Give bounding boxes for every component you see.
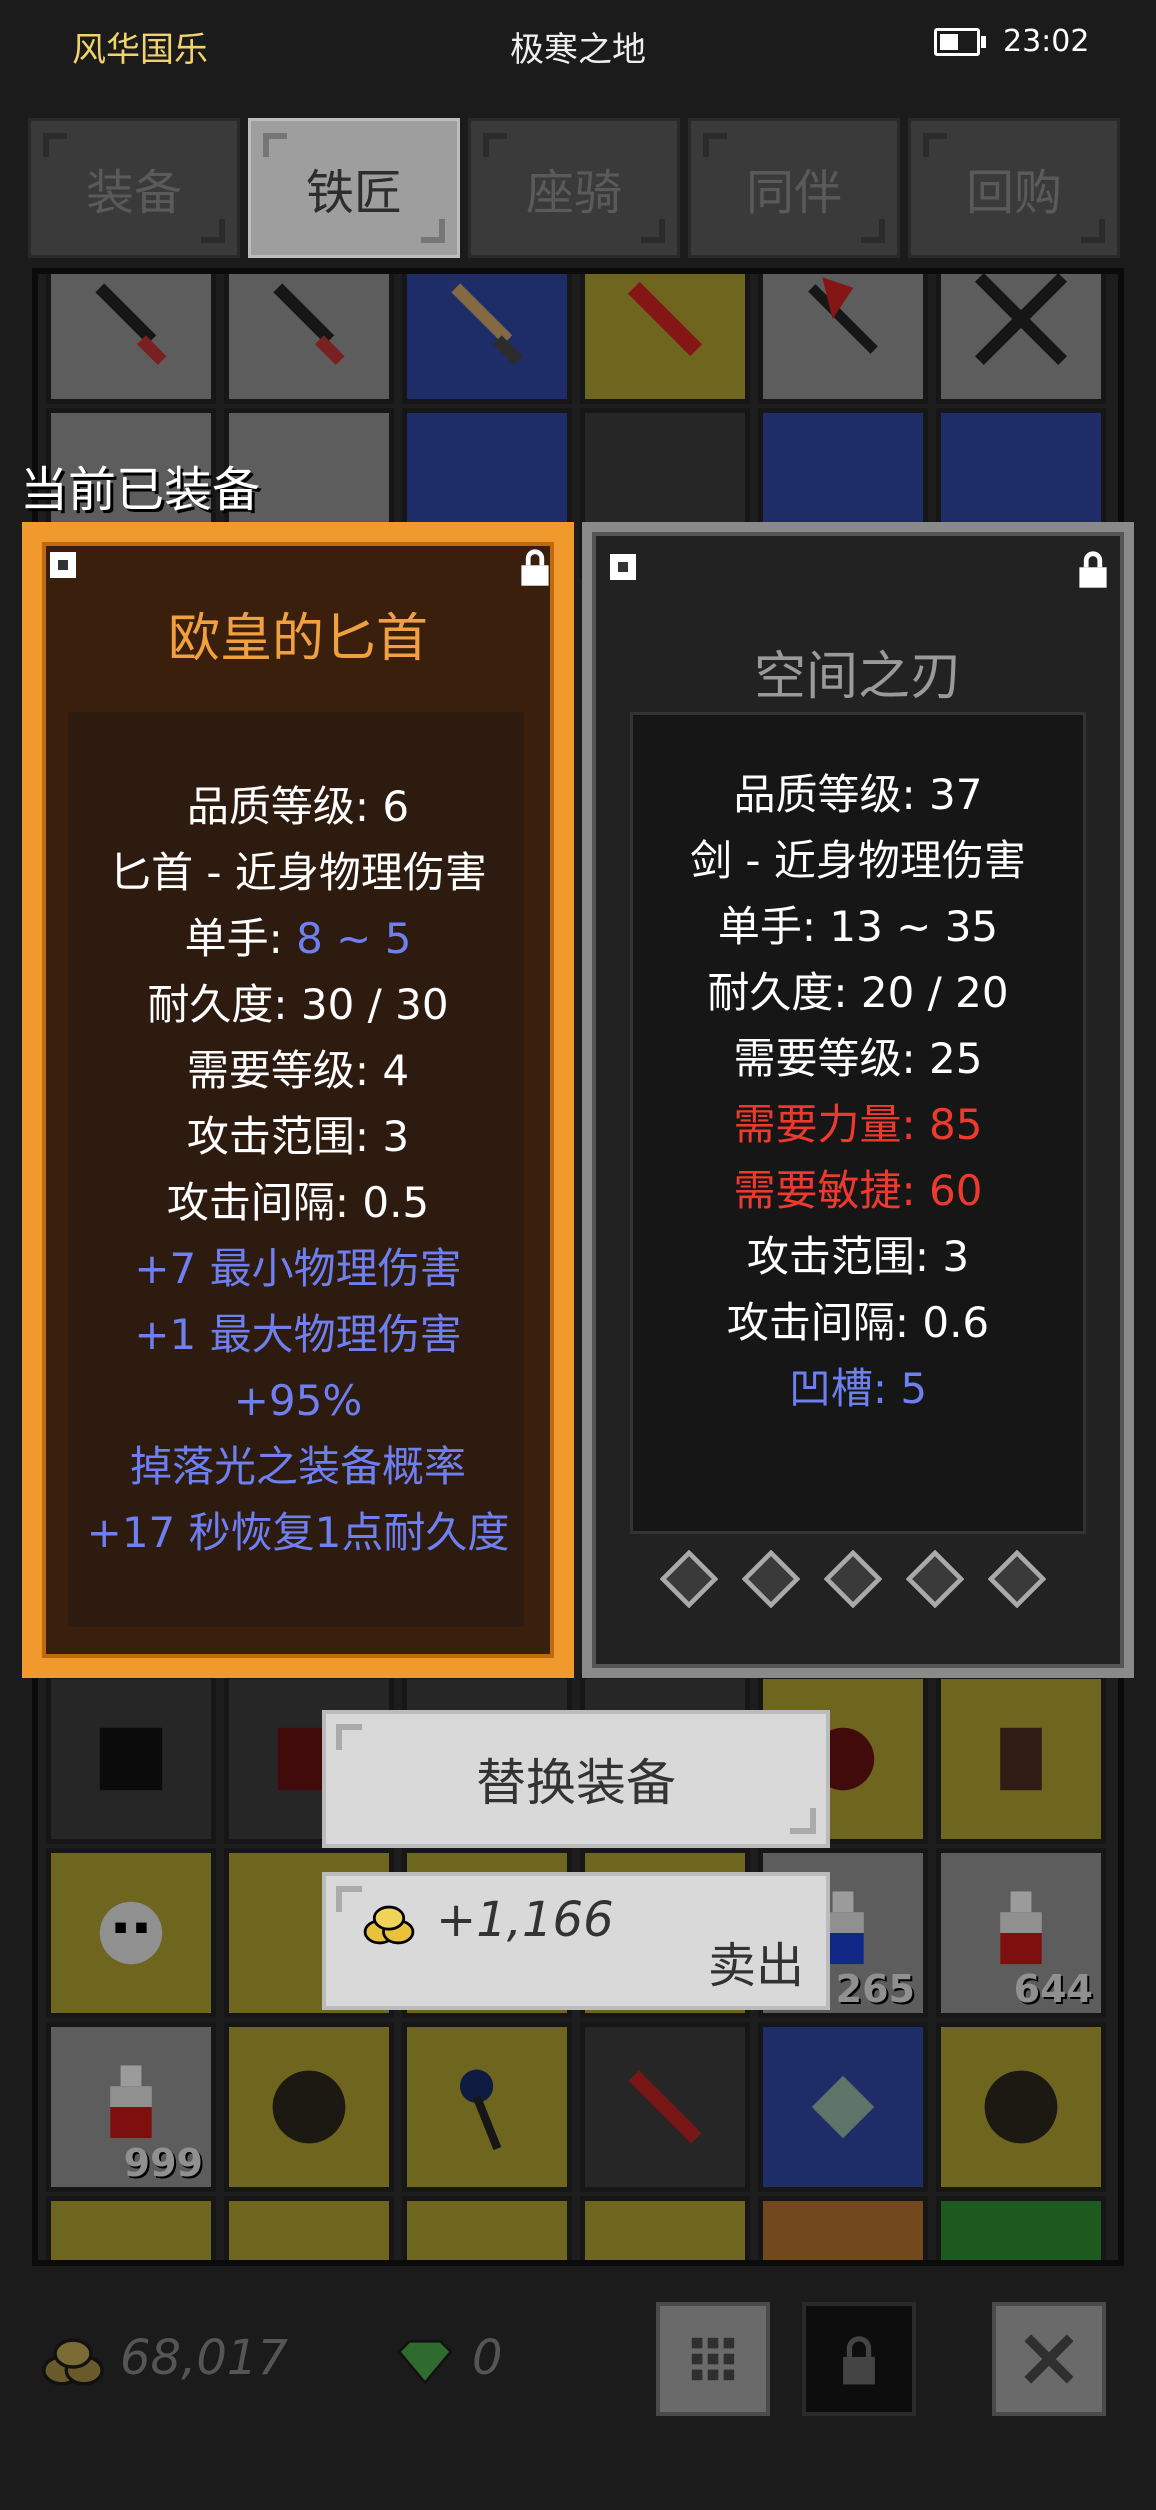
stat-one-hand: 单手: 13 ~ 35 xyxy=(717,902,999,951)
socket-icon xyxy=(660,1550,718,1608)
stat-type: 匕首 - 近身物理伤害 xyxy=(109,848,487,897)
tab-mounts[interactable]: 座骑 xyxy=(468,118,680,258)
stat-quality: 品质等级: 37 xyxy=(733,770,983,819)
stat-bonus: +1 最大物理伤害 xyxy=(134,1310,462,1359)
item-name: 欧皇的匕首 xyxy=(167,609,428,669)
button-corner xyxy=(336,1724,362,1750)
grid-view-button[interactable] xyxy=(656,2302,770,2416)
stat-durability: 耐久度: 30 / 30 xyxy=(147,980,449,1029)
lock-icon[interactable] xyxy=(1076,550,1110,588)
tab-blacksmith[interactable]: 铁匠 xyxy=(248,118,460,258)
stat-required-agility: 需要敏捷: 60 xyxy=(733,1166,983,1215)
button-corner xyxy=(336,1886,362,1912)
item-name: 空间之刃 xyxy=(753,647,962,707)
stat-label: 单手: xyxy=(184,914,297,963)
socket-icon xyxy=(824,1550,882,1608)
equipped-label: 当前已装备 xyxy=(20,462,261,518)
grid-icon xyxy=(691,2337,735,2381)
button-corner xyxy=(790,1808,816,1834)
tab-buyback[interactable]: 回购 xyxy=(908,118,1120,258)
clock-time: 23:02 xyxy=(1003,24,1090,59)
close-button[interactable] xyxy=(992,2302,1106,2416)
gold-coins-icon xyxy=(363,1905,415,1945)
sell-amount: +1,166 xyxy=(436,1892,614,1948)
stat-attack-interval: 攻击间隔: 0.6 xyxy=(726,1298,990,1347)
stat-required-level: 需要等级: 4 xyxy=(186,1046,410,1095)
tab-equipment[interactable]: 装备 xyxy=(28,118,240,258)
socket-icon xyxy=(988,1550,1046,1608)
tab-companions[interactable]: 同伴 xyxy=(688,118,900,258)
gold-coins-icon xyxy=(42,2338,104,2386)
stat-required-level: 需要等级: 25 xyxy=(733,1034,983,1083)
stat-required-strength: 需要力量: 85 xyxy=(733,1100,983,1149)
stat-attack-interval: 攻击间隔: 0.5 xyxy=(166,1178,430,1227)
battery-icon xyxy=(934,28,986,56)
socket-icon xyxy=(742,1550,800,1608)
stat-bonus: +7 最小物理伤害 xyxy=(134,1244,462,1293)
stat-bonus: 掉落光之装备概率 xyxy=(129,1442,466,1491)
button-label: 替换装备 xyxy=(476,1754,676,1812)
stat-attack-range: 攻击范围: 3 xyxy=(186,1112,410,1161)
tab-label: 装备 xyxy=(85,165,182,221)
stat-value: 8 ~ 5 xyxy=(296,914,412,963)
stat-bonus: +17 秒恢复1点耐久度 xyxy=(86,1508,510,1557)
status-bar: 风华国乐 极寒之地 23:02 xyxy=(0,0,1156,100)
sell-label: 卖出 xyxy=(707,1938,804,1994)
corner-marker-icon xyxy=(610,554,636,580)
close-icon xyxy=(1024,2334,1074,2384)
tab-label: 座骑 xyxy=(525,165,622,221)
replace-equipment-button[interactable]: 替换装备 xyxy=(322,1710,830,1848)
tab-label: 同伴 xyxy=(745,165,842,221)
tab-label: 铁匠 xyxy=(305,165,402,221)
stat-type: 剑 - 近身物理伤害 xyxy=(690,836,1026,885)
stat-sockets: 凹槽: 5 xyxy=(788,1364,928,1413)
gold-amount: 68,017 xyxy=(120,2330,288,2386)
lock-icon[interactable] xyxy=(518,548,552,586)
stat-quality: 品质等级: 6 xyxy=(186,782,410,831)
socket-icon xyxy=(906,1550,964,1608)
tab-label: 回购 xyxy=(965,165,1062,221)
gem-amount: 0 xyxy=(472,2330,503,2386)
lock-toggle-button[interactable] xyxy=(802,2302,916,2416)
equipped-item-card: 欧皇的匕首 品质等级: 6 匕首 - 近身物理伤害 单手: 8 ~ 5 耐久度:… xyxy=(22,522,574,1678)
compare-item-card: 空间之刃 品质等级: 37 剑 - 近身物理伤害 单手: 13 ~ 35 耐久度… xyxy=(582,522,1134,1678)
sell-button[interactable]: +1,166 卖出 xyxy=(322,1872,830,2010)
stat-attack-range: 攻击范围: 3 xyxy=(746,1232,970,1281)
lock-icon xyxy=(843,2336,875,2385)
stat-bonus: +95% xyxy=(233,1376,363,1425)
corner-marker-icon xyxy=(50,552,76,578)
emerald-gem-icon xyxy=(397,2340,453,2385)
stat-durability: 耐久度: 20 / 20 xyxy=(707,968,1009,1017)
stat-one-hand: 单手: 8 ~ 5 xyxy=(22,906,574,972)
